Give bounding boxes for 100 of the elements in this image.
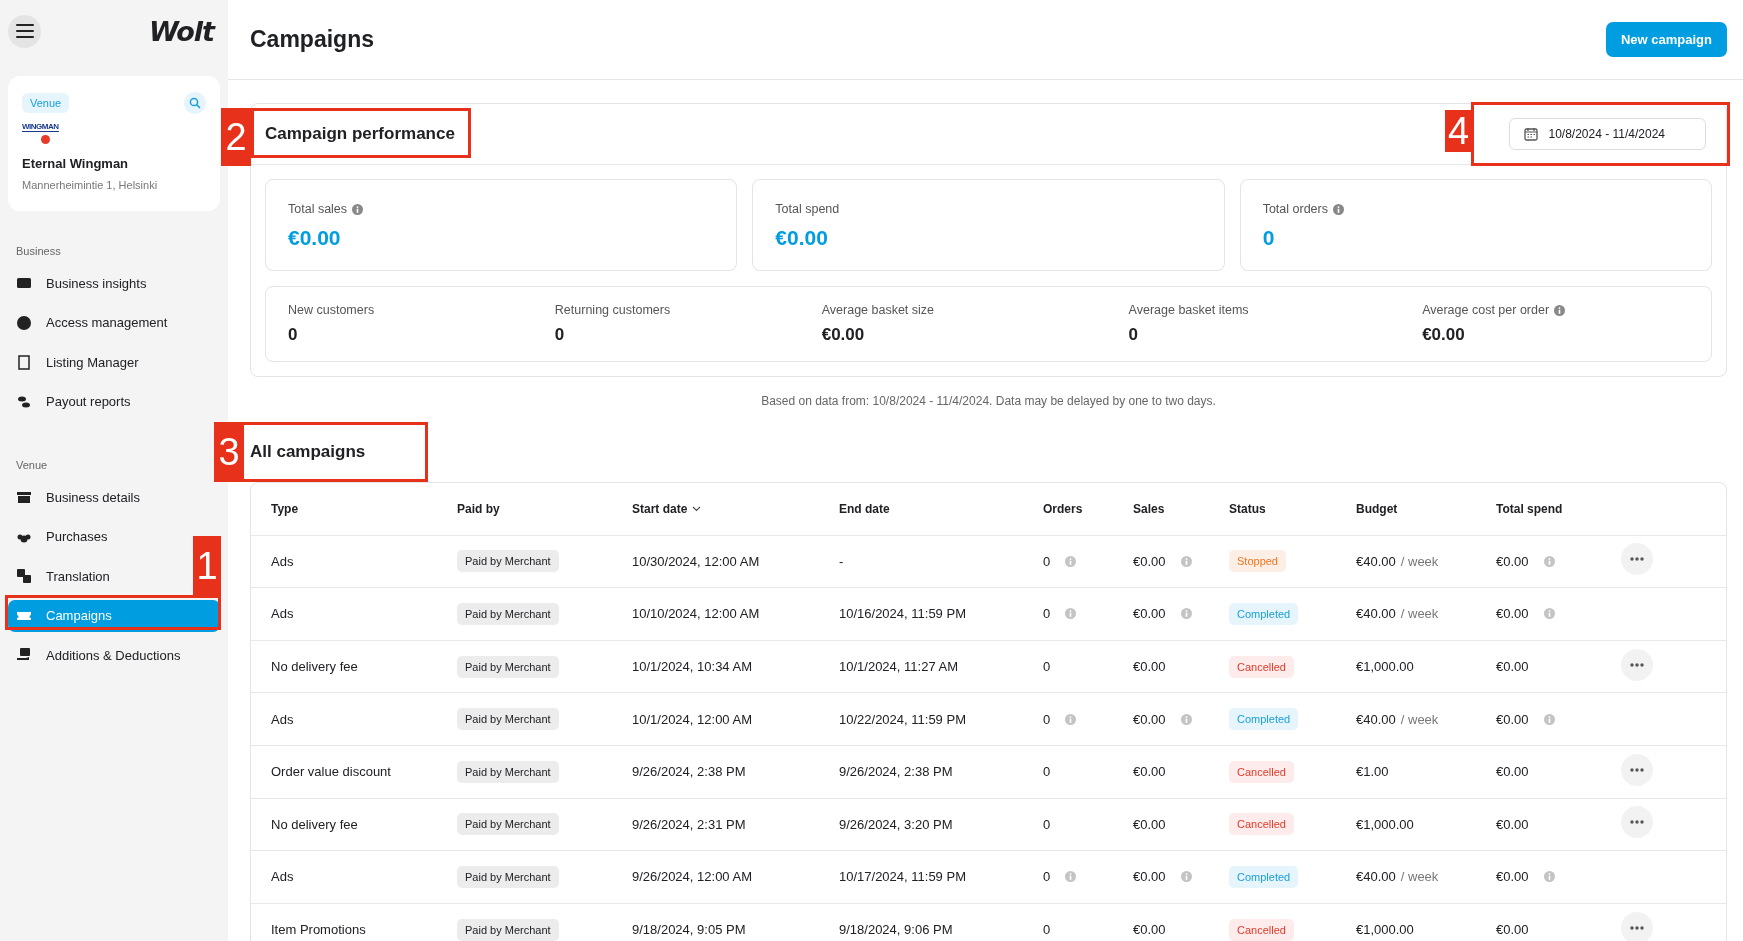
table-cell: €0.00	[1133, 659, 1166, 675]
info-icon[interactable]	[1180, 871, 1192, 883]
status-tag: Cancelled	[1229, 655, 1294, 678]
more-icon	[1630, 557, 1644, 562]
table-cell: €1,000.00	[1356, 922, 1414, 938]
status-tag: Cancelled	[1229, 918, 1294, 941]
section-heading: Campaign performance	[265, 124, 455, 144]
menu-button[interactable]	[8, 14, 41, 48]
status-tag: Completed	[1229, 603, 1299, 625]
info-icon[interactable]	[1332, 203, 1344, 215]
info-icon[interactable]	[1543, 871, 1555, 883]
nav-icon	[16, 354, 32, 370]
table-cell: 10/16/2024, 11:59 PM	[839, 606, 966, 622]
table-cell: 9/18/2024, 9:05 PM	[632, 922, 746, 938]
more-button[interactable]	[1621, 911, 1653, 941]
data-note: Based on data from: 10/8/2024 - 11/4/2024. Data may be delayed by one to two days.	[760, 394, 1217, 408]
table-cell: Item Promotions	[271, 922, 366, 938]
status-tag: Completed	[1229, 865, 1299, 888]
more-icon	[1630, 767, 1644, 772]
annotation-number: 4	[1445, 110, 1472, 152]
venue-logo: WINGMAN	[22, 122, 59, 144]
stat-label: Total spend	[775, 202, 840, 216]
nav-item[interactable]: Listing Manager	[8, 346, 147, 378]
table-cell: Ads	[271, 711, 294, 727]
more-button[interactable]	[1621, 648, 1653, 681]
column-header: Orders	[1043, 501, 1083, 516]
table-cell: €1.00	[1356, 764, 1389, 780]
stat-label: Returning customers	[554, 303, 671, 317]
table-cell: 0	[1043, 869, 1051, 885]
table-cell: 10/10/2024, 12:00 AM	[632, 606, 760, 622]
nav-icon	[16, 568, 32, 584]
more-icon	[1630, 820, 1644, 825]
nav-item[interactable]: Additions & Deductions	[8, 639, 189, 671]
nav-item[interactable]: Business details	[8, 481, 148, 513]
paid-by-tag: Paid by Merchant	[457, 550, 559, 573]
info-icon[interactable]	[352, 203, 364, 215]
column-header: Type	[271, 501, 299, 516]
nav-item[interactable]: Payout reports	[8, 385, 139, 418]
stat-value: 0	[1262, 226, 1276, 250]
table-cell: €0.00	[1133, 711, 1166, 727]
section-title: Venue	[16, 459, 49, 471]
date-range-picker[interactable]: 10/8/2024 - 11/4/2024	[1509, 118, 1706, 150]
nav-item[interactable]: Access management	[8, 306, 176, 339]
annotation-number: 1	[193, 535, 221, 596]
table-cell: €1,000.00	[1356, 659, 1414, 675]
nav-item[interactable]: Purchases	[8, 520, 116, 553]
budget-unit: / week	[1400, 869, 1439, 885]
table-cell: €0.00	[1496, 711, 1529, 727]
info-icon[interactable]	[1065, 555, 1077, 567]
table-cell: 0	[1043, 711, 1051, 727]
table-cell: €0.00	[1496, 922, 1529, 938]
nav-icon	[16, 489, 32, 505]
table-cell: 10/1/2024, 11:27 AM	[839, 659, 959, 675]
stat-value: €0.00	[288, 226, 342, 250]
table-cell: €40.00	[1356, 606, 1396, 622]
table-cell: €0.00	[1496, 553, 1529, 569]
info-icon[interactable]	[1065, 871, 1077, 883]
table-cell: Order value discount	[271, 764, 391, 780]
nav-item[interactable]: Translation	[8, 560, 118, 592]
section-heading: All campaigns	[250, 442, 366, 462]
more-button[interactable]	[1621, 543, 1653, 576]
info-icon[interactable]	[1180, 555, 1192, 567]
table-cell: 10/1/2024, 12:00 AM	[632, 711, 752, 727]
status-tag: Cancelled	[1229, 813, 1294, 836]
info-icon[interactable]	[1180, 713, 1192, 725]
column-header: Total spend	[1496, 501, 1563, 516]
column-header: Budget	[1356, 501, 1398, 516]
venue-badge: Venue	[22, 93, 70, 113]
table-cell: 10/1/2024, 10:34 AM	[632, 659, 752, 675]
status-tag: Cancelled	[1229, 760, 1294, 783]
calendar-icon	[1524, 127, 1539, 141]
paid-by-tag: Paid by Merchant	[457, 603, 559, 625]
info-icon[interactable]	[1065, 608, 1077, 620]
venue-name: Eternal Wingman	[22, 156, 130, 171]
info-icon[interactable]	[1543, 608, 1555, 620]
sort-caret-icon[interactable]	[692, 505, 702, 512]
column-header: Paid by	[457, 501, 500, 516]
stat-label: Average cost per order	[1422, 303, 1550, 317]
column-header[interactable]: Start date	[632, 501, 688, 516]
info-icon[interactable]	[1065, 713, 1077, 725]
table-cell: €40.00	[1356, 553, 1396, 569]
annotation-number: 3	[214, 422, 244, 482]
table-cell: 9/26/2024, 2:38 PM	[839, 764, 953, 780]
venue-address: Mannerheimintie 1, Helsinki	[22, 179, 159, 191]
stat-label: Average basket items	[1128, 303, 1249, 317]
status-tag: Stopped	[1229, 550, 1286, 573]
more-button[interactable]	[1621, 806, 1653, 839]
info-icon[interactable]	[1554, 304, 1566, 316]
nav-item[interactable]: Business insights	[8, 267, 155, 299]
info-icon[interactable]	[1543, 555, 1555, 567]
table-cell: €40.00	[1356, 869, 1396, 885]
info-icon[interactable]	[1180, 608, 1192, 620]
search-button[interactable]	[184, 92, 206, 114]
table-cell: 9/18/2024, 9:06 PM	[839, 922, 953, 938]
stat-value: €0.00	[775, 226, 829, 250]
nav-icon	[16, 314, 32, 331]
page-title: Campaigns	[250, 26, 374, 53]
info-icon[interactable]	[1543, 713, 1555, 725]
paid-by-tag: Paid by Merchant	[457, 813, 559, 836]
more-button[interactable]	[1621, 753, 1653, 786]
